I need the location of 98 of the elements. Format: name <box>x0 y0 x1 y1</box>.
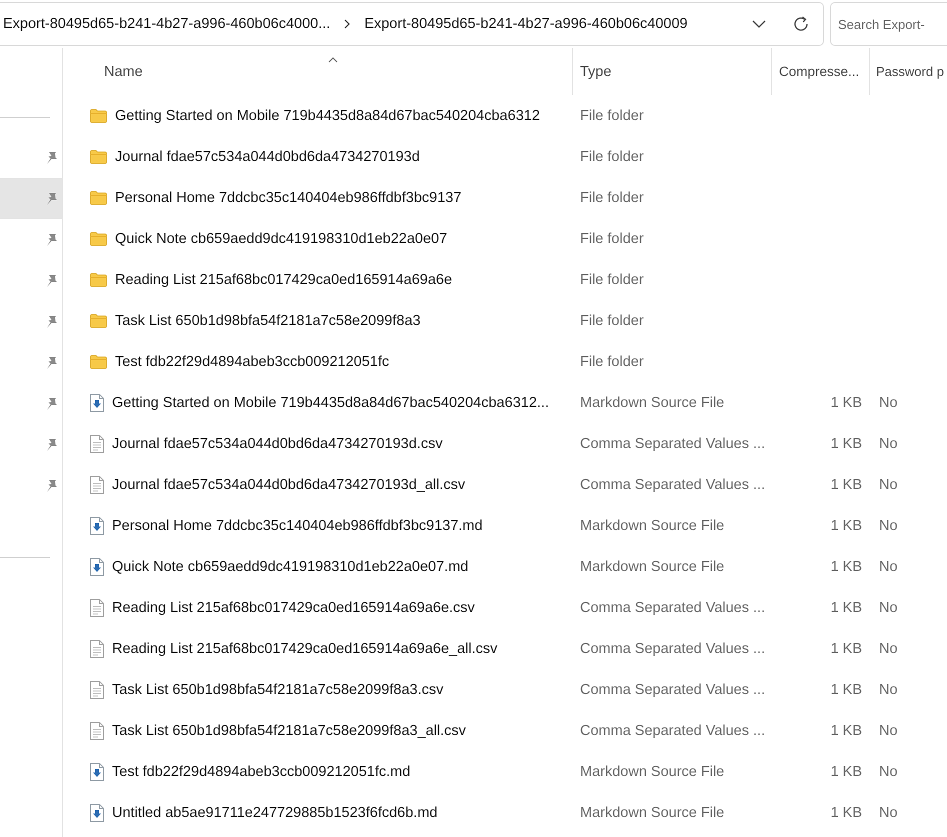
file-name[interactable]: Reading List 215af68bc017429ca0ed165914a69a6e <box>115 272 452 288</box>
file-size: 1 KB <box>830 518 862 534</box>
file-name[interactable]: Personal Home 7ddcbc35c140404eb986ffdbf3bc9137.md <box>112 518 483 534</box>
chevron-down-icon <box>752 20 766 28</box>
file-type: Comma Separated Values ... <box>579 476 766 492</box>
download-file-icon <box>90 394 104 412</box>
file-type: File folder <box>579 272 645 288</box>
file-type: File folder <box>579 148 645 164</box>
download-file-icon <box>90 516 104 534</box>
file-type: Markdown Source File <box>579 558 726 574</box>
file-type: Comma Separated Values ... <box>579 436 766 452</box>
password-protected: No <box>879 518 898 534</box>
file-type: Markdown Source File <box>579 764 726 780</box>
chevron-right-icon <box>343 19 352 29</box>
file-name[interactable]: Journal fdae57c534a044d0bd6da4734270193d.csv <box>112 436 443 452</box>
pin-icon <box>45 396 57 410</box>
file-name[interactable]: Task List 650b1d98bfa54f2181a7c58e2099f8a3.csv <box>112 682 444 698</box>
pin-icon <box>45 478 57 492</box>
folder-icon <box>90 272 107 286</box>
file-size: 1 KB <box>830 600 862 616</box>
file-size: 1 KB <box>830 394 862 410</box>
file-name[interactable]: Getting Started on Mobile 719b4435d8a84d67bac540204cba6312... <box>112 394 549 410</box>
password-protected: No <box>879 600 898 616</box>
sidebar-item[interactable] <box>0 178 62 219</box>
password-protected: No <box>879 764 898 780</box>
document-icon <box>90 640 104 658</box>
file-name[interactable]: Reading List 215af68bc017429ca0ed165914a69a6e.csv <box>112 600 475 616</box>
folder-icon <box>90 314 107 328</box>
pin-icon <box>45 274 57 288</box>
file-name[interactable]: Task List 650b1d98bfa54f2181a7c58e2099f8a3_all.csv <box>112 722 466 738</box>
file-name[interactable]: Test fdb22f29d4894abeb3ccb009212051fc.md <box>112 764 410 780</box>
document-icon <box>90 434 104 452</box>
file-name[interactable]: Personal Home 7ddcbc35c140404eb986ffdbf3bc9137 <box>115 190 462 206</box>
pin-icon <box>45 356 57 370</box>
file-size: 1 KB <box>830 476 862 492</box>
breadcrumb[interactable]: Export-80495d65-b241-4b27-a996-460b06c40009 <box>364 16 688 32</box>
file-name[interactable]: Getting Started on Mobile 719b4435d8a84d67bac540204cba6312 <box>115 108 540 124</box>
folder-icon <box>90 108 107 122</box>
folder-icon <box>90 150 107 164</box>
file-type: Comma Separated Values ... <box>579 640 766 656</box>
file-name[interactable]: Reading List 215af68bc017429ca0ed165914a69a6e_all.csv <box>112 640 498 656</box>
file-name[interactable]: Quick Note cb659aedd9dc419198310d1eb22a0e07 <box>115 230 448 246</box>
file-type: Markdown Source File <box>579 804 726 820</box>
password-protected: No <box>879 804 898 820</box>
column-header[interactable]: Type <box>572 48 771 95</box>
sort-ascending-icon <box>328 57 338 63</box>
address-bar[interactable]: Export-80495d65-b241-4b27-a996-460b06c4000... Export-80495d65-b241-4b27-a996-460b06c40009 <box>0 2 824 46</box>
file-type: File folder <box>579 190 645 206</box>
password-protected: No <box>879 682 898 698</box>
password-protected: No <box>879 640 898 656</box>
column-header[interactable]: Name <box>63 48 572 95</box>
file-size: 1 KB <box>830 558 862 574</box>
file-type: File folder <box>579 230 645 246</box>
file-name[interactable]: Journal fdae57c534a044d0bd6da4734270193d_all.csv <box>112 476 466 492</box>
pin-icon <box>45 232 57 246</box>
column-header[interactable]: Password p <box>869 48 947 95</box>
file-type: Comma Separated Values ... <box>579 682 766 698</box>
pin-icon <box>45 192 57 206</box>
file-name[interactable]: Journal fdae57c534a044d0bd6da4734270193d <box>115 148 420 164</box>
breadcrumb[interactable]: Export-80495d65-b241-4b27-a996-460b06c4000... <box>3 16 330 32</box>
document-icon <box>90 722 104 740</box>
download-file-icon <box>90 804 104 822</box>
document-icon <box>90 598 104 616</box>
password-protected: No <box>879 722 898 738</box>
pin-icon <box>45 150 57 164</box>
file-type: Markdown Source File <box>579 394 726 410</box>
password-protected: No <box>879 436 898 452</box>
document-icon <box>90 476 104 494</box>
column-header[interactable]: Compresse... <box>771 48 869 95</box>
file-name[interactable]: Test fdb22f29d4894abeb3ccb009212051fc <box>115 354 390 370</box>
file-type: Comma Separated Values ... <box>579 600 766 616</box>
file-type: File folder <box>579 354 645 370</box>
file-type: Comma Separated Values ... <box>579 722 766 738</box>
folder-icon <box>90 232 107 246</box>
file-name[interactable]: Quick Note cb659aedd9dc419198310d1eb22a0e07.md <box>112 558 468 574</box>
download-file-icon <box>90 558 104 576</box>
pin-icon <box>45 438 57 452</box>
folder-icon <box>90 354 107 368</box>
password-protected: No <box>879 558 898 574</box>
file-name[interactable]: Untitled ab5ae91711e247729885b1523f6fcd6b.md <box>112 804 438 820</box>
file-size: 1 KB <box>830 804 862 820</box>
folder-icon <box>90 190 107 204</box>
password-protected: No <box>879 394 898 410</box>
file-name[interactable]: Task List 650b1d98bfa54f2181a7c58e2099f8a3 <box>115 312 421 328</box>
file-size: 1 KB <box>830 640 862 656</box>
search-field[interactable]: Search Export- <box>830 2 947 46</box>
file-size: 1 KB <box>830 436 862 452</box>
pin-icon <box>45 314 57 328</box>
file-type: Markdown Source File <box>579 518 726 534</box>
file-size: 1 KB <box>830 682 862 698</box>
document-icon <box>90 680 104 698</box>
file-type: File folder <box>579 312 645 328</box>
download-file-icon <box>90 762 104 780</box>
file-size: 1 KB <box>830 764 862 780</box>
file-type: File folder <box>579 108 645 124</box>
refresh-icon <box>792 15 810 33</box>
password-protected: No <box>879 476 898 492</box>
file-size: 1 KB <box>830 722 862 738</box>
